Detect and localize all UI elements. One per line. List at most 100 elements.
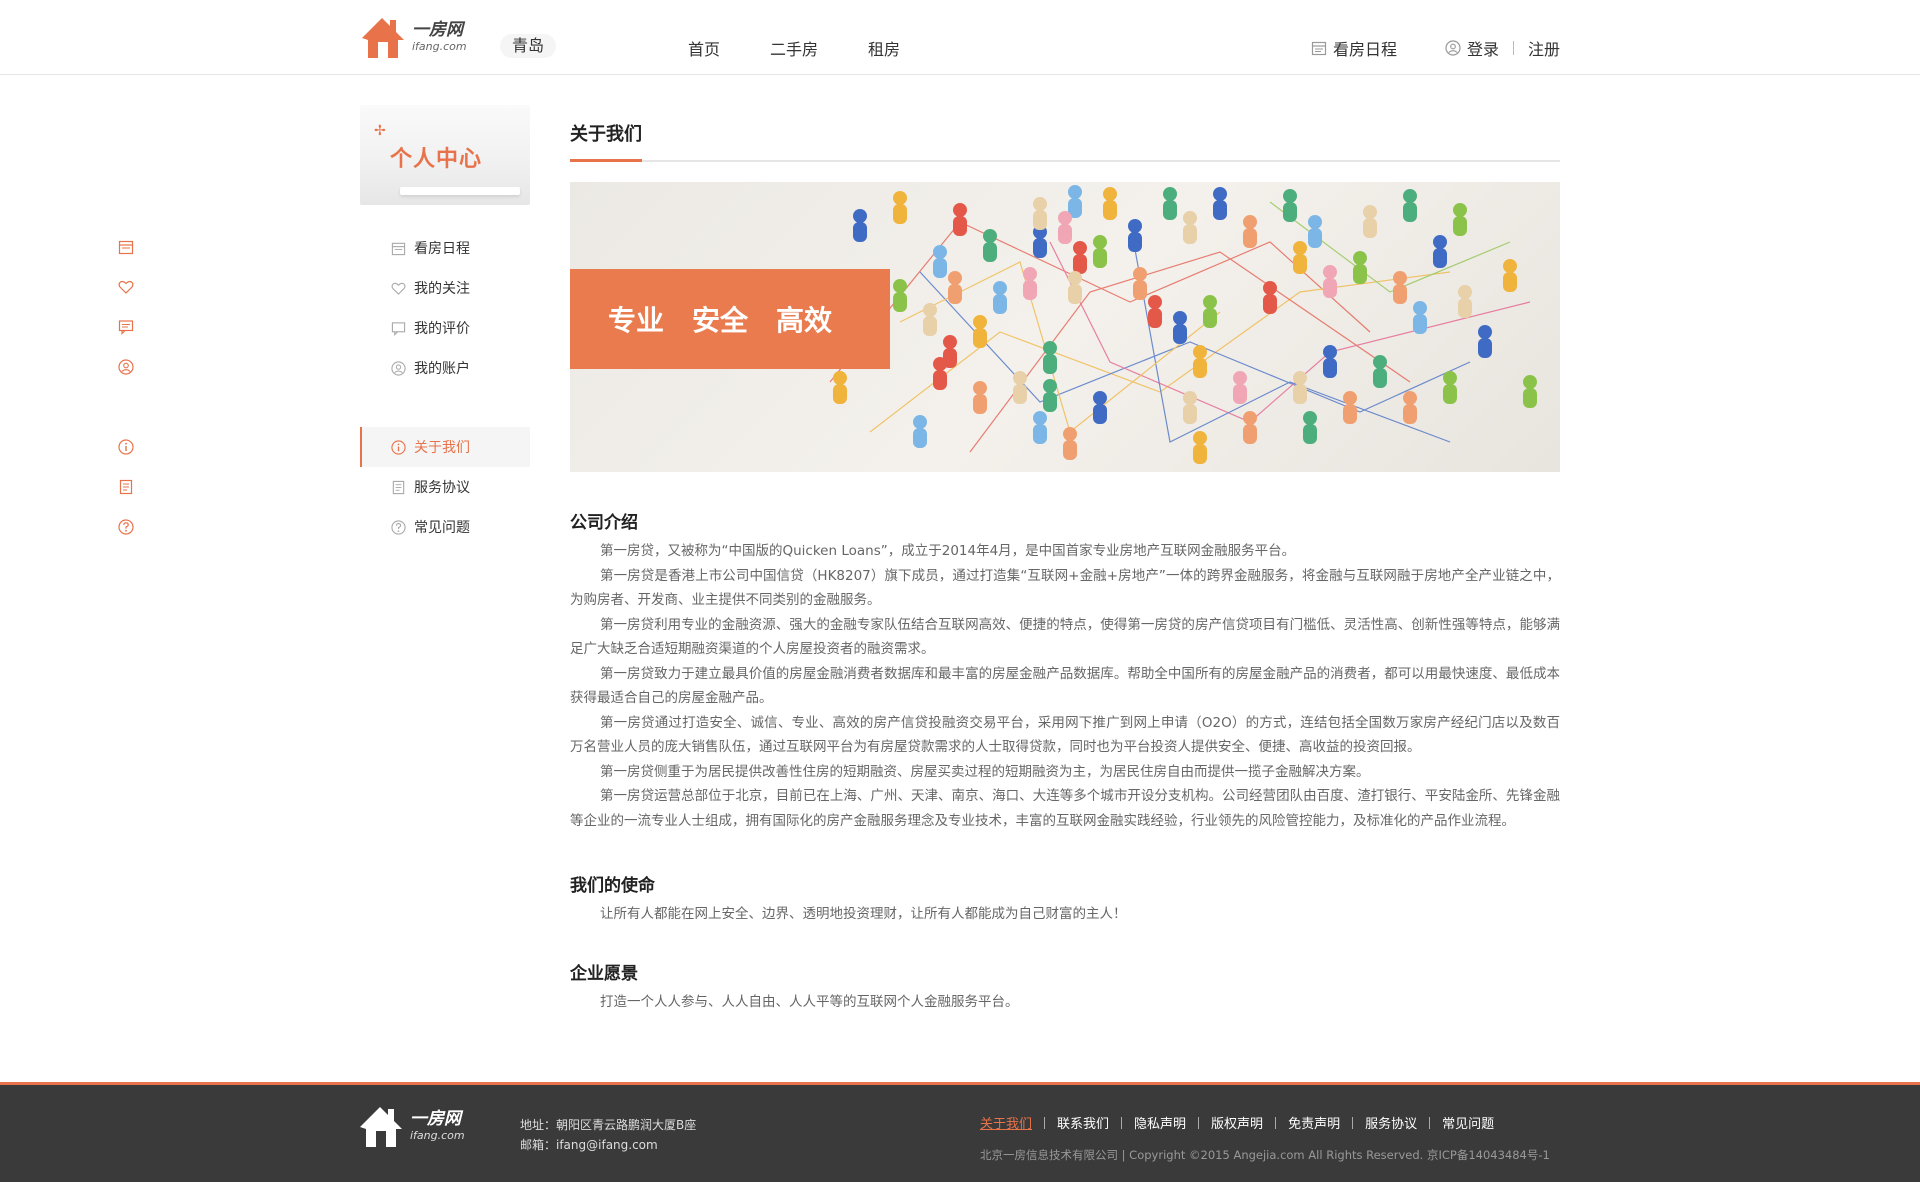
footer-link-contact[interactable]: 联系我们 (1057, 1113, 1109, 1132)
nav-second-hand[interactable]: 二手房 (770, 36, 818, 60)
section-mission: 我们的使命 让所有人都能在网上安全、边界、透明地投资理财，让所有人都能成为自己财… (570, 871, 1560, 927)
banner-decoration (400, 187, 520, 195)
nav-rent[interactable]: 租房 (868, 36, 900, 60)
personal-center-sidebar: ✢ 个人中心 看房日程 我的关注 我的评价 我的账户 关于我们 服务协议 常见问… (360, 105, 530, 536)
rail-question-icon[interactable] (117, 518, 135, 536)
sidebar-item-about[interactable]: 关于我们 (360, 427, 530, 467)
footer-link-divider (1044, 1116, 1046, 1129)
footer-address: 地址：朝阳区青云路鹏润大厦B座 (520, 1118, 697, 1132)
sidebar-item-favorites[interactable]: 我的关注 (360, 268, 530, 308)
sidebar-item-label: 看房日程 (414, 241, 470, 257)
footer-link-privacy[interactable]: 隐私声明 (1134, 1113, 1186, 1132)
sidebar-item-account[interactable]: 我的账户 (360, 348, 530, 388)
register-link[interactable]: 注册 (1528, 36, 1560, 60)
footer-link-divider (1429, 1116, 1431, 1129)
sidebar-item-label: 服务协议 (414, 480, 470, 496)
page-title: 关于我们 (570, 120, 1560, 162)
sidebar-item-label: 我的评价 (414, 321, 470, 337)
city-selector[interactable]: 青岛 (500, 34, 557, 58)
header-user-area: 看房日程 登录 注册 (1311, 36, 1560, 60)
main-nav: 首页 二手房 租房 (688, 36, 900, 60)
house-logo-icon (362, 18, 404, 58)
main-content: 关于我们 专业 安全 高效 公司介绍 第一房贷，又被称为“中国版的Quicken… (570, 120, 1560, 1014)
section-paragraph: 第一房贷运营总部位于北京，目前已在上海、广州、天津、南京、海口、大连等多个城市开… (570, 788, 1560, 829)
calendar-icon (390, 240, 406, 256)
sidebar-item-faq[interactable]: 常见问题 (360, 507, 530, 547)
footer-logo[interactable]: 一房网 ifang.com (356, 1103, 465, 1149)
rail-heart-icon[interactable] (117, 278, 135, 296)
slogan-word-safe: 安全 (692, 304, 749, 337)
section-heading: 企业愿景 (570, 963, 638, 984)
footer-copyright: 北京一房信息技术有限公司 | Copyright ©2015 Angejia.c… (980, 1148, 1550, 1162)
section-paragraph: 第一房贷侧重于为居民提供改善性住房的短期融资、房屋买卖过程的短期融资为主，为居民… (600, 763, 1370, 780)
slogan-word-efficient: 高效 (776, 304, 833, 337)
personal-center-banner: ✢ 个人中心 (360, 105, 530, 205)
nav-home[interactable]: 首页 (688, 36, 720, 60)
calendar-icon (1311, 41, 1327, 56)
site-logo[interactable]: 一房网 ifang.com (358, 12, 478, 62)
footer-contact: 地址：朝阳区青云路鹏润大厦B座 邮箱：ifang@ifang.com (520, 1115, 696, 1155)
question-icon (390, 519, 406, 535)
footer-links: 关于我们 联系我们 隐私声明 版权声明 免责声明 服务协议 常见问题 (980, 1113, 1494, 1132)
hero-banner: 专业 安全 高效 (570, 182, 1560, 472)
section-company-intro: 公司介绍 第一房贷，又被称为“中国版的Quicken Loans”，成立于201… (570, 508, 1560, 833)
rail-user-icon[interactable] (117, 358, 135, 376)
sparkle-icon: ✢ (374, 123, 386, 139)
schedule-label: 看房日程 (1332, 40, 1397, 59)
section-heading: 公司介绍 (570, 513, 638, 533)
sidebar-item-label: 常见问题 (414, 520, 470, 536)
sidebar-item-agreement[interactable]: 服务协议 (360, 467, 530, 507)
login-link[interactable]: 登录 (1445, 36, 1499, 60)
sidebar-item-label: 我的关注 (414, 281, 470, 297)
footer-link-divider (1198, 1116, 1200, 1129)
site-footer: 一房网 ifang.com 地址：朝阳区青云路鹏润大厦B座 邮箱：ifang@i… (0, 1082, 1920, 1182)
rail-info-icon[interactable] (117, 438, 135, 456)
section-paragraph: 第一房贷利用专业的金融资源、强大的金融专家队伍结合互联网高效、便捷的特点，使得第… (570, 616, 1560, 658)
section-heading: 我们的使命 (570, 876, 655, 896)
footer-email: 邮箱：ifang@ifang.com (520, 1138, 658, 1152)
site-header: 一房网 ifang.com 青岛 首页 二手房 租房 看房日程 登录 注册 (0, 0, 1920, 75)
logo-domain: ifang.com (412, 40, 467, 53)
login-label: 登录 (1466, 40, 1499, 59)
logo-name: 一房网 (412, 20, 463, 40)
sidebar-item-reviews[interactable]: 我的评价 (360, 308, 530, 348)
sidebar-group-account: 看房日程 我的关注 我的评价 我的账户 (360, 228, 530, 388)
footer-link-about[interactable]: 关于我们 (980, 1113, 1032, 1132)
figure-pawns (833, 185, 1537, 464)
rail-comment-icon[interactable] (117, 318, 135, 336)
section-paragraph: 第一房贷通过打造安全、诚信、专业、高效的房产信贷投融资交易平台，采用网下推广到网… (570, 714, 1560, 756)
heart-icon (390, 280, 406, 296)
info-icon (390, 439, 406, 455)
footer-link-divider (1352, 1116, 1354, 1129)
sidebar-item-schedule[interactable]: 看房日程 (360, 228, 530, 268)
section-paragraph: 第一房贷是香港上市公司中国信贷（HK8207）旗下成员，通过打造集“互联网+金融… (570, 567, 1560, 609)
header-divider (1512, 41, 1514, 55)
footer-logo-name: 一房网 (410, 1109, 461, 1129)
schedule-link[interactable]: 看房日程 (1311, 36, 1397, 60)
sidebar-item-label: 关于我们 (414, 440, 470, 456)
sidebar-group-info: 关于我们 服务协议 常见问题 (360, 427, 530, 547)
personal-center-title: 个人中心 (390, 147, 483, 172)
slogan-word-professional: 专业 (608, 304, 665, 337)
document-icon (390, 479, 406, 495)
footer-link-agreement[interactable]: 服务协议 (1365, 1113, 1417, 1132)
hero-slogan-band: 专业 安全 高效 (570, 269, 890, 369)
sidebar-item-label: 我的账户 (414, 361, 470, 377)
footer-link-divider (1275, 1116, 1277, 1129)
footer-link-disclaimer[interactable]: 免责声明 (1288, 1113, 1340, 1132)
section-paragraph: 打造一个人人参与、人人自由、人人平等的互联网个人金融服务平台。 (600, 993, 1019, 1010)
page-title-text: 关于我们 (570, 120, 642, 162)
rail-document-icon[interactable] (117, 478, 135, 496)
footer-link-copyright[interactable]: 版权声明 (1211, 1113, 1263, 1132)
user-icon (390, 360, 406, 376)
section-paragraph: 第一房贷，又被称为“中国版的Quicken Loans”，成立于2014年4月，… (600, 543, 1296, 559)
section-paragraph: 让所有人都能在网上安全、边界、透明地投资理财，让所有人都能成为自己财富的主人！ (600, 906, 1127, 922)
section-vision: 企业愿景 打造一个人人参与、人人自由、人人平等的互联网个人金融服务平台。 (570, 959, 1560, 1015)
user-icon (1445, 40, 1461, 56)
comment-icon (390, 320, 406, 336)
rail-calendar-icon[interactable] (117, 238, 135, 256)
section-paragraph: 第一房贷致力于建立最具价值的房屋金融消费者数据库和最丰富的房屋金融产品数据库。帮… (570, 665, 1560, 707)
footer-link-faq[interactable]: 常见问题 (1442, 1113, 1494, 1132)
house-logo-icon (360, 1107, 402, 1147)
footer-logo-domain: ifang.com (410, 1129, 465, 1142)
